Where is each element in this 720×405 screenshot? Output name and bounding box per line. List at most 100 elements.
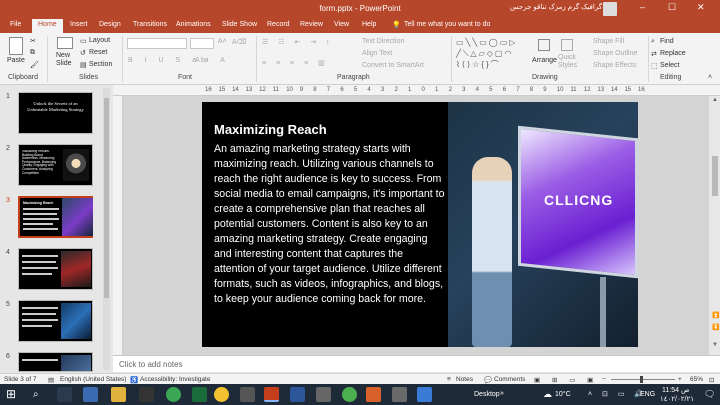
tab-design[interactable]: Design [99, 21, 121, 28]
file-explorer-icon[interactable] [111, 387, 126, 402]
app-icon[interactable] [417, 387, 432, 402]
slide-3[interactable]: Maximizing Reach An amazing marketing st… [202, 102, 638, 347]
zoom-level[interactable]: 65% [690, 376, 703, 383]
horizontal-ruler[interactable]: 16 15 14 13 12 11 10 9 8 7 6 5 4 3 2 1 0 1 2 3 4 5 6 7 8 9 10 11 12 1… [113, 85, 720, 96]
reset-button[interactable]: Reset [89, 49, 107, 56]
font-name-box[interactable] [127, 38, 187, 49]
weather-icon[interactable]: ☁ [543, 389, 552, 400]
thumbnail-scroll-thumb[interactable] [104, 98, 109, 298]
app-icon[interactable] [342, 387, 357, 402]
replace-button[interactable]: Replace [660, 50, 686, 57]
notifications-icon[interactable]: 🗨 [704, 389, 715, 400]
format-painter-icon[interactable]: 🖌 [30, 61, 39, 69]
excel-icon[interactable] [192, 387, 207, 402]
shapes-gallery[interactable]: ▭╲╲▭◯▭▷ ╱⟍△▱◇▢◠ ⌇⟨⟩☆{}⌒ [456, 37, 526, 71]
view-buttons[interactable]: ▣ ⊞ ▭ ▣ [534, 376, 598, 384]
new-slide-icon[interactable] [57, 37, 73, 49]
zoom-out-icon[interactable]: − [602, 376, 606, 383]
chrome-icon[interactable] [139, 387, 154, 402]
arrange-icon[interactable] [538, 39, 550, 51]
align-icons[interactable]: ≡ ≡ ≡ ≡ ▥ [262, 59, 329, 67]
thumbnail-slide-1[interactable]: Unlock the Secrets of an Unbeatable Mark… [18, 92, 93, 134]
font-color-icons[interactable]: Aa A [195, 57, 230, 64]
fit-slide-icon[interactable]: ⊡ [709, 376, 714, 384]
tab-transitions[interactable]: Transitions [133, 21, 167, 28]
paste-icon[interactable] [9, 37, 23, 55]
slide-body-text[interactable]: An amazing marketing strategy starts wit… [214, 142, 446, 307]
font-size-box[interactable] [190, 38, 214, 49]
input-language[interactable]: ENG [640, 391, 655, 398]
search-icon[interactable]: ⌕ [33, 387, 48, 402]
minimize-button[interactable]: – [640, 2, 645, 12]
word-icon[interactable] [290, 387, 305, 402]
tray-icons[interactable]: ˄ ⊡ ▭ 🔊 [588, 390, 647, 398]
tab-view[interactable]: View [334, 21, 349, 28]
list-icons[interactable]: ☰ ☷ ⇤ ⇥ ↕ [262, 38, 334, 46]
app-icon[interactable] [392, 387, 407, 402]
vertical-ruler[interactable] [113, 96, 123, 355]
chrome-icon-2[interactable] [166, 387, 181, 402]
shape-fill-button[interactable]: Shape Fill [593, 38, 624, 45]
close-button[interactable]: ✕ [697, 2, 705, 13]
collapse-ribbon-icon[interactable]: ˄ [708, 74, 712, 81]
thumbnail-scrollbar[interactable] [103, 88, 110, 370]
accessibility-status[interactable]: Accessibility: Investigate [140, 376, 210, 383]
tell-me-search[interactable]: Tell me what you want to do [404, 21, 490, 28]
tab-home[interactable]: Home [32, 19, 63, 33]
align-text-button[interactable]: Align Text [362, 50, 392, 57]
find-button[interactable]: Find [660, 38, 674, 45]
slide-scroll-thumb[interactable] [712, 156, 718, 196]
task-view-icon[interactable] [57, 387, 72, 402]
previous-slide-icon[interactable]: ⏫ [712, 312, 719, 319]
arrange-button[interactable]: Arrange [532, 57, 557, 64]
app-icon[interactable] [366, 387, 381, 402]
tab-file[interactable]: File [10, 21, 21, 28]
slide-photo[interactable]: CLLICNG [448, 102, 638, 347]
notes-button[interactable]: Notes [456, 376, 473, 383]
desktop-toolbar[interactable]: Desktop [474, 391, 500, 398]
scroll-up-icon[interactable]: ▲ [712, 97, 718, 103]
tab-insert[interactable]: Insert [70, 21, 88, 28]
convert-smartart-button[interactable]: Convert to SmartArt [362, 62, 424, 69]
app-icon[interactable] [316, 387, 331, 402]
weather-temp[interactable]: 10°C [555, 391, 571, 398]
grow-font-icon[interactable]: A˄ [218, 38, 227, 45]
start-icon[interactable]: ⊞ [6, 387, 21, 402]
section-button[interactable]: Section [89, 61, 112, 68]
accessibility-icon[interactable]: ♿ [130, 376, 138, 384]
chevron-icon[interactable]: » [500, 390, 504, 397]
thumbnail-slide-2[interactable]: Visualizing Results: Building Brand Awar… [18, 144, 93, 186]
powerpoint-icon[interactable] [264, 387, 279, 402]
next-slide-icon[interactable]: ⏬ [712, 324, 719, 331]
language-status[interactable]: English (United States) [60, 376, 126, 383]
new-slide-button[interactable]: New Slide [56, 52, 72, 68]
avatar[interactable] [603, 2, 617, 16]
shape-effects-button[interactable]: Shape Effects [593, 62, 636, 69]
quick-styles-button[interactable]: Quick Styles [558, 54, 577, 70]
layout-button[interactable]: Layout [89, 37, 110, 44]
thumbnail-slide-5[interactable] [18, 300, 93, 342]
shape-outline-button[interactable]: Shape Outline [593, 50, 637, 57]
zoom-slider[interactable] [611, 379, 675, 380]
app-icon[interactable] [240, 387, 255, 402]
clear-format-icon[interactable]: A⌫ [232, 38, 247, 46]
thumbnail-slide-3-selected[interactable]: Maximizing Reach [18, 196, 93, 238]
slide-heading[interactable]: Maximizing Reach [214, 122, 327, 137]
slide-scrollbar[interactable]: ▲ ⏫ ⏬ ▼ [710, 96, 720, 355]
thumbnail-slide-6[interactable] [18, 352, 93, 372]
tab-slide-show[interactable]: Slide Show [222, 21, 257, 28]
select-button[interactable]: Select [660, 62, 679, 69]
cut-icon[interactable]: ✂ [30, 37, 36, 45]
paste-button[interactable]: Paste [7, 57, 25, 64]
tab-help[interactable]: Help [362, 21, 376, 28]
tab-animations[interactable]: Animations [176, 21, 211, 28]
text-direction-button[interactable]: Text Direction [362, 38, 404, 45]
scroll-down-icon[interactable]: ▼ [712, 342, 718, 348]
zoom-in-icon[interactable]: + [678, 376, 682, 383]
comments-button[interactable]: Comments [494, 376, 525, 383]
clock-time[interactable]: 11:54 ص [662, 386, 689, 394]
spellcheck-icon[interactable]: ▤ [48, 376, 54, 384]
copy-icon[interactable]: ⧉ [30, 49, 35, 57]
thumbnail-slide-4[interactable] [18, 248, 93, 290]
quick-styles-icon[interactable] [561, 39, 573, 51]
